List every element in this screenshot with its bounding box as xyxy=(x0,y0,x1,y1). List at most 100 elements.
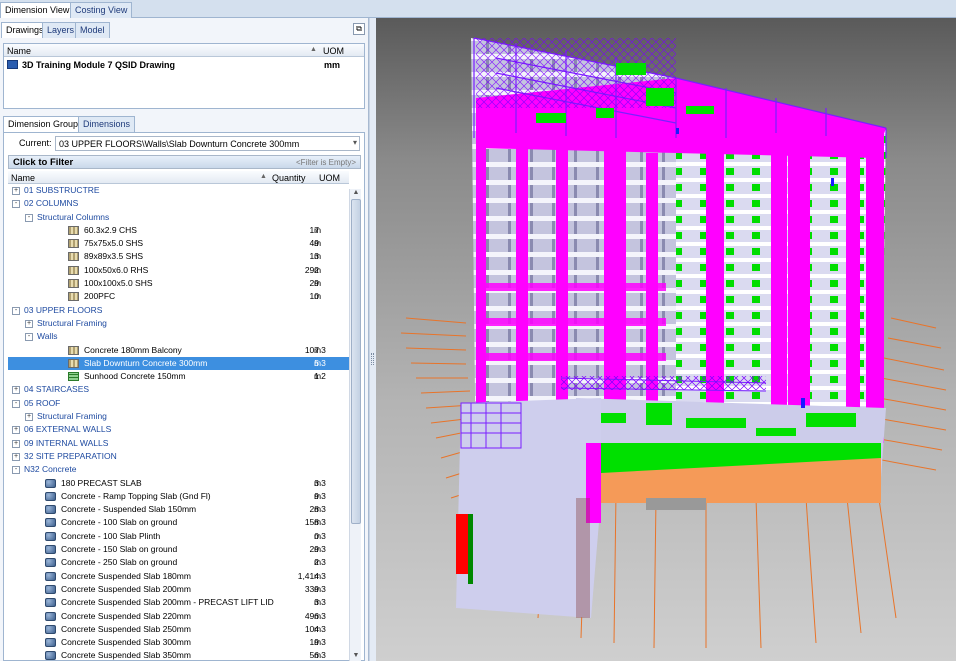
tree-item-uom: m3 xyxy=(314,544,326,555)
col-name-header[interactable]: Name xyxy=(7,46,31,56)
tree-group-row[interactable]: +06 EXTERNAL WALLS xyxy=(8,423,349,436)
tree-group-row[interactable]: + Structural Framing xyxy=(8,317,349,330)
cube-dimension-icon xyxy=(45,545,56,555)
model-3d-view[interactable] xyxy=(376,18,956,661)
tab-costing-view[interactable]: Costing View xyxy=(70,2,133,18)
tab-model[interactable]: Model xyxy=(75,22,110,38)
collapse-icon[interactable]: - xyxy=(12,399,20,408)
tab-layers[interactable]: Layers xyxy=(42,22,80,38)
cube-dimension-icon xyxy=(45,598,56,608)
tab-dimension-groups[interactable]: Dimension Groups xyxy=(3,116,88,132)
tree-item-row[interactable]: Concrete Suspended Slab 200mm - PRECAST … xyxy=(8,596,349,609)
tree-item-uom: m3 xyxy=(314,623,326,634)
tree-item-row[interactable]: 100x100x5.0 SHS 29 m xyxy=(8,277,349,290)
tree-item-label: Concrete Suspended Slab 200mm - PRECAST … xyxy=(61,597,274,608)
drawing-row[interactable]: 3D Training Module 7 QSID Drawing mm xyxy=(4,59,364,73)
cube-dimension-icon xyxy=(45,558,56,568)
collapse-icon[interactable]: - xyxy=(12,466,20,475)
tree-group-row[interactable]: - Walls xyxy=(8,330,349,343)
tree-group-row[interactable]: -02 COLUMNS xyxy=(8,197,349,210)
tree-item-label: Concrete Suspended Slab 180mm xyxy=(61,570,191,581)
tree-group-row[interactable]: +01 SUBSTRUCTRE xyxy=(8,184,349,197)
tree-item-label: 200PFC xyxy=(84,291,116,302)
collapse-icon[interactable]: - xyxy=(12,200,20,209)
tree-item-row[interactable]: Concrete Suspended Slab 220mm 496 m3 xyxy=(8,610,349,623)
tree-item-row[interactable]: Concrete Suspended Slab 250mm 104 m3 xyxy=(8,623,349,636)
tree-item-row[interactable]: Concrete - 100 Slab on ground 158 m3 xyxy=(8,516,349,529)
collapse-icon[interactable]: - xyxy=(25,213,33,222)
tree-group-row[interactable]: - Structural Columns xyxy=(8,211,349,224)
tree-group-row[interactable]: +32 SITE PREPARATION xyxy=(8,450,349,463)
tree-item-row[interactable]: Concrete - 100 Slab Plinth 0 m3 xyxy=(8,530,349,543)
expand-icon[interactable]: + xyxy=(25,319,33,328)
tree-item-row[interactable]: 75x75x5.0 SHS 49 m xyxy=(8,237,349,250)
tree-group-row[interactable]: -05 ROOF xyxy=(8,397,349,410)
col-name-header[interactable]: Name xyxy=(11,173,35,183)
tree-item-row[interactable]: 100x50x6.0 RHS 292 m xyxy=(8,264,349,277)
tree-item-row[interactable]: Slab Downturn Concrete 300mm 5 m3 xyxy=(8,356,349,371)
tree-item-row[interactable]: Concrete - Ramp Topping Slab (Gnd Fl) 9 m3 xyxy=(8,490,349,503)
tree-item-row[interactable]: 60.3x2.9 CHS 17 m xyxy=(8,224,349,237)
tree-item-row[interactable]: Concrete 180mm Balcony 107 m3 xyxy=(8,344,349,357)
collapse-icon[interactable]: - xyxy=(25,333,33,342)
tree-item-label: Walls xyxy=(37,331,58,342)
tree-item-uom: m3 xyxy=(314,637,326,648)
tree-item-row[interactable]: Concrete Suspended Slab 180mm 1,414 m3 xyxy=(8,570,349,583)
cube-dimension-icon xyxy=(45,611,56,621)
expand-icon[interactable]: + xyxy=(25,413,33,422)
tree-item-uom: m3 xyxy=(314,357,326,368)
tree-item-uom: m2 xyxy=(314,371,326,382)
tree-group-row[interactable]: + Structural Framing xyxy=(8,410,349,423)
cube-dimension-icon xyxy=(45,478,56,488)
sort-arrow-icon: ▲ xyxy=(260,173,267,180)
tree-header: Name ▲ Quantity UOM xyxy=(8,171,349,184)
tree-scrollbar[interactable]: ▲ ▼ xyxy=(349,189,361,661)
tree-item-uom: m3 xyxy=(314,650,326,661)
panel-splitter[interactable] xyxy=(369,18,376,661)
scroll-up-icon[interactable]: ▲ xyxy=(351,189,361,198)
collapse-icon[interactable]: - xyxy=(12,306,20,315)
col-uom-header[interactable]: UOM xyxy=(319,173,340,183)
tree-item-label: Concrete - 100 Slab on ground xyxy=(61,517,178,528)
tree-item-label: 32 SITE PREPARATION xyxy=(24,450,117,461)
tree-item-row[interactable]: Concrete Suspended Slab 200mm 339 m3 xyxy=(8,583,349,596)
filter-bar[interactable]: Click to Filter <Filter is Empty> xyxy=(8,155,361,169)
col-quantity-header[interactable]: Quantity xyxy=(272,173,306,183)
tree-group-row[interactable]: - N32 Concrete xyxy=(8,463,349,476)
drawing-icon xyxy=(7,60,18,69)
expand-icon[interactable]: + xyxy=(12,386,20,395)
tree-group-row[interactable]: +09 INTERNAL WALLS xyxy=(8,437,349,450)
tree-group-row[interactable]: +04 STAIRCASES xyxy=(8,383,349,396)
expand-icon[interactable]: + xyxy=(12,426,20,435)
tree-item-row[interactable]: Concrete Suspended Slab 350mm 56 m3 xyxy=(8,649,349,661)
col-uom-header[interactable]: UOM xyxy=(323,46,344,56)
grip-icon xyxy=(371,353,374,365)
current-dropdown[interactable]: 03 UPPER FLOORS\Walls\Slab Downturn Conc… xyxy=(55,136,360,151)
tree-item-row[interactable]: Concrete - Suspended Slab 150mm 28 m3 xyxy=(8,503,349,516)
tree-item-row[interactable]: 200PFC 10 m xyxy=(8,290,349,303)
bar-dimension-icon xyxy=(68,239,79,249)
pin-icon[interactable]: ⧉ xyxy=(353,23,365,35)
tree-item-row[interactable]: Concrete Suspended Slab 300mm 19 m3 xyxy=(8,636,349,649)
expand-icon[interactable]: + xyxy=(12,439,20,448)
tree-item-row[interactable]: 180 PRECAST SLAB 3 m3 xyxy=(8,477,349,490)
tree-item-label: Concrete Suspended Slab 200mm xyxy=(61,583,191,594)
expand-icon[interactable]: + xyxy=(12,187,20,195)
bar-dimension-icon xyxy=(68,225,79,235)
tree-item-uom: m xyxy=(314,224,322,235)
scroll-down-icon[interactable]: ▼ xyxy=(351,652,361,661)
tab-dimensions[interactable]: Dimensions xyxy=(78,116,136,132)
expand-icon[interactable]: + xyxy=(12,452,20,461)
tree-item-row[interactable]: Concrete - 150 Slab on ground 29 m3 xyxy=(8,543,349,556)
tree-item-label: Concrete 180mm Balcony xyxy=(84,344,182,355)
scroll-thumb[interactable] xyxy=(351,199,361,524)
tree-item-row[interactable]: Sunhood Concrete 150mm 1 m2 xyxy=(8,370,349,383)
tree-group-row[interactable]: -03 UPPER FLOORS xyxy=(8,304,349,317)
tree-item-row[interactable]: Concrete - 250 Slab on ground 2 m3 xyxy=(8,556,349,569)
tree-item-row[interactable]: 89x89x3.5 SHS 13 m xyxy=(8,250,349,263)
current-value: 03 UPPER FLOORS\Walls\Slab Downturn Conc… xyxy=(59,139,300,149)
tab-dimension-view[interactable]: Dimension View xyxy=(0,2,75,18)
tree-item-label: Sunhood Concrete 150mm xyxy=(84,371,186,382)
cube-dimension-icon xyxy=(45,505,56,515)
cube-dimension-icon xyxy=(45,571,56,581)
